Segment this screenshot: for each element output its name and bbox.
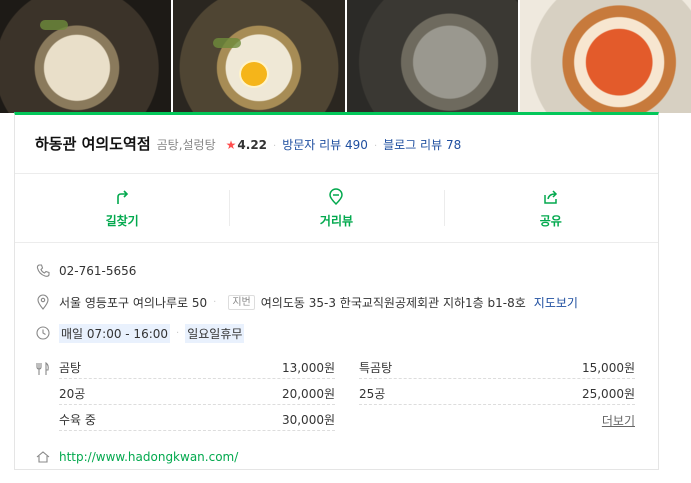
scallion-garnish <box>40 20 68 30</box>
menu-row: 20공 20,000원 25공 25,000원 <box>59 382 640 408</box>
menu-item: 20공 20,000원 <box>59 385 335 405</box>
clock-icon <box>36 326 50 340</box>
website-link[interactable]: http://www.hadongkwan.com/ <box>59 450 238 464</box>
share-icon <box>544 189 557 204</box>
menu-item-price: 15,000원 <box>581 361 635 375</box>
menu-item: 수육 중 30,000원 <box>59 411 335 431</box>
place-name: 하동관 여의도역점 <box>35 135 151 153</box>
street-view-label: 거리뷰 <box>319 213 354 228</box>
food-photo-2[interactable] <box>173 0 345 113</box>
menu-item-price: 13,000원 <box>281 361 335 375</box>
menu-list: 곰탕 13,000원 특곰탕 15,000원 20공 20,000원 25공 25,00… <box>35 356 640 434</box>
food-photo-4[interactable] <box>519 0 691 113</box>
menu-item-name: 20공 <box>59 387 86 401</box>
menu-item: 곰탕 13,000원 <box>59 359 335 379</box>
menu-more-cell: 더보기 <box>359 412 635 431</box>
hours-row: 매일 07:00 - 16:00 · 일요일휴무 <box>35 323 245 343</box>
phone-icon <box>36 264 50 277</box>
holiday-info: 일요일휴무 <box>185 323 245 343</box>
home-icon <box>36 451 50 463</box>
directions-icon <box>117 189 129 204</box>
food-photo-3[interactable] <box>346 0 518 113</box>
map-view-link[interactable]: 지도보기 <box>534 294 578 311</box>
jibun-tag: 지번 <box>228 294 255 310</box>
separator-dot: · <box>213 296 217 308</box>
menu-item-name: 25공 <box>359 387 386 401</box>
star-icon: ★ <box>225 138 237 152</box>
business-hours[interactable]: 매일 07:00 - 16:00 <box>59 323 171 343</box>
location-pin-icon <box>37 294 49 310</box>
menu-item-price: 25,000원 <box>581 387 635 401</box>
menu-item: 25공 25,000원 <box>359 385 635 405</box>
place-category: 곰탕,설렁탕 <box>156 138 216 152</box>
share-button[interactable]: 공유 <box>443 174 658 242</box>
egg-yolk <box>241 62 268 86</box>
jibun-address: 여의도동 35-3 한국교직원공제회관 지하1층 b1-8호 <box>260 295 526 310</box>
share-label: 공유 <box>539 213 562 228</box>
street-view-icon <box>329 187 344 205</box>
blog-review-link[interactable]: 블로그 리뷰 78 <box>383 136 461 153</box>
menu-item-price: 30,000원 <box>281 413 335 427</box>
address-row: 서울 영등포구 여의나루로 50 · 지번 여의도동 35-3 한국교직원공제회… <box>35 292 578 312</box>
separator-dot: · <box>176 327 180 339</box>
phone-row: 02-761-5656 <box>35 261 136 281</box>
place-info-card: 하동관 여의도역점 곰탕,설렁탕 ★ 4.22 · 방문자 리뷰 490 · 블… <box>14 112 659 470</box>
action-bar: 길찾기 거리뷰 공유 <box>15 174 658 242</box>
rating-value: 4.22 <box>237 138 268 152</box>
place-header: 하동관 여의도역점 곰탕,설렁탕 ★ 4.22 · 방문자 리뷰 490 · 블… <box>35 133 461 154</box>
menu-item-name: 수육 중 <box>59 413 96 427</box>
menu-table: 곰탕 13,000원 특곰탕 15,000원 20공 20,000원 25공 25,00… <box>59 356 640 434</box>
divider <box>15 242 658 243</box>
menu-more-link[interactable]: 더보기 <box>602 412 635 429</box>
road-address: 서울 영등포구 여의나루로 50 <box>59 295 208 310</box>
separator-dot: · <box>373 141 378 152</box>
scallion-garnish <box>213 38 242 48</box>
menu-item-name: 곰탕 <box>59 361 82 375</box>
menu-item-price: 20,000원 <box>281 387 335 401</box>
phone-number[interactable]: 02-761-5656 <box>59 264 136 278</box>
fork-knife-icon <box>36 361 49 375</box>
photo-strip <box>0 0 691 113</box>
menu-item: 특곰탕 15,000원 <box>359 359 635 379</box>
menu-row: 수육 중 30,000원 더보기 <box>59 408 640 434</box>
separator-dot: · <box>273 141 277 152</box>
directions-label: 길찾기 <box>105 213 139 228</box>
menu-item-name: 특곰탕 <box>359 361 393 375</box>
street-view-button[interactable]: 거리뷰 <box>229 174 443 242</box>
visitor-review-link[interactable]: 방문자 리뷰 490 <box>282 136 368 153</box>
directions-button[interactable]: 길찾기 <box>15 174 229 242</box>
menu-row: 곰탕 13,000원 특곰탕 15,000원 <box>59 356 640 382</box>
food-photo-1[interactable] <box>0 0 172 113</box>
website-row: http://www.hadongkwan.com/ <box>35 447 238 467</box>
